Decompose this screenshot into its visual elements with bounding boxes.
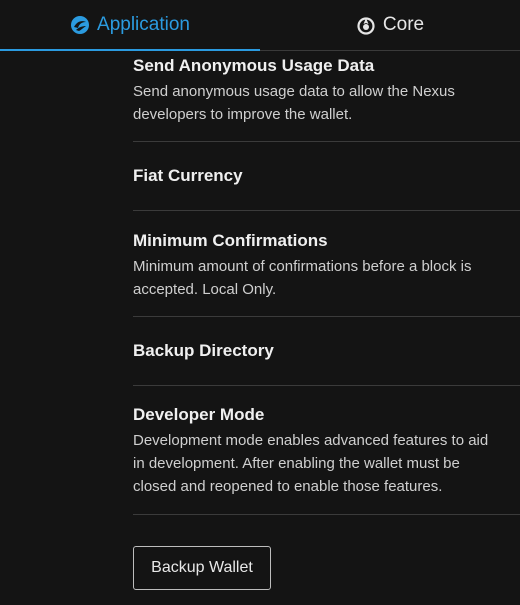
tab-core-label: Core [382, 14, 425, 35]
setting-description: Send anonymous usage data to allow the N… [133, 83, 455, 123]
setting-description: Minimum amount of confirmations before a… [133, 258, 472, 298]
tab-core[interactable]: Core [260, 0, 520, 50]
tab-application-label: Application [97, 14, 190, 35]
core-icon [356, 15, 376, 35]
setting-title: Developer Mode [133, 405, 265, 424]
setting-description: Development mode enables advanced featur… [133, 432, 489, 495]
setting-title: Send Anonymous Usage Data [133, 56, 375, 75]
tab-application[interactable]: Application [0, 0, 260, 51]
nexus-logo-icon [70, 15, 90, 35]
setting-backup-directory: Backup Directory [133, 317, 520, 386]
setting-title: Fiat Currency [133, 166, 243, 185]
setting-fiat-currency: Fiat Currency [133, 142, 520, 211]
backup-wallet-button[interactable]: Backup Wallet [133, 546, 271, 590]
settings-tabs: Application Core [0, 0, 520, 51]
setting-title: Backup Directory [133, 341, 274, 360]
setting-usage-data: Send Anonymous Usage Data Send anonymous… [133, 51, 520, 142]
setting-minimum-confirmations: Minimum Confirmations Minimum amount of … [133, 211, 520, 317]
setting-title: Minimum Confirmations [133, 231, 328, 250]
settings-list: Send Anonymous Usage Data Send anonymous… [133, 51, 520, 605]
setting-developer-mode: Developer Mode Development mode enables … [133, 386, 520, 515]
